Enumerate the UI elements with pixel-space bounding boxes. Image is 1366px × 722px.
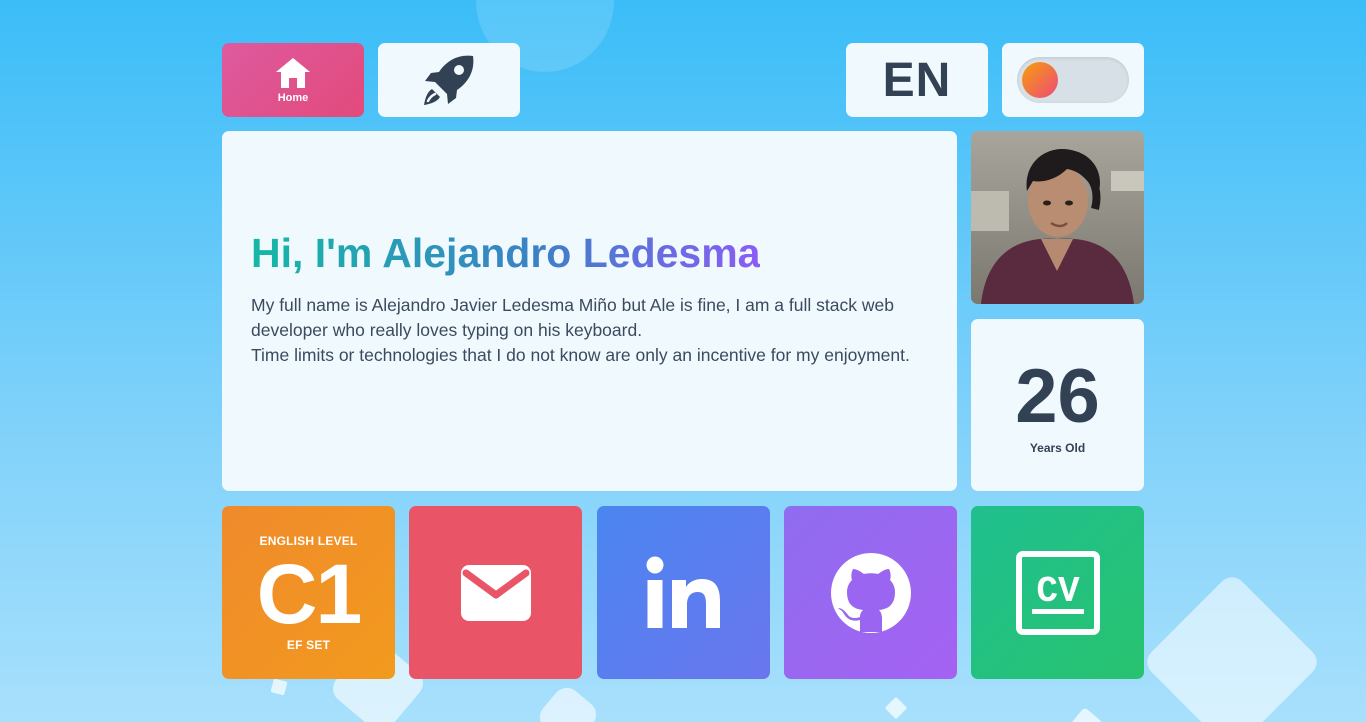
profile-photo <box>971 131 1144 304</box>
background-square-small <box>884 696 908 720</box>
intro-paragraph: My full name is Alejandro Javier Ledesma… <box>251 293 928 368</box>
linkedin-icon <box>646 556 720 628</box>
github-icon <box>830 552 911 633</box>
projects-button[interactable] <box>378 43 520 117</box>
language-switch-button[interactable]: EN <box>846 43 988 117</box>
age-number: 26 <box>1015 354 1100 439</box>
theme-toggle-knob <box>1022 62 1058 98</box>
age-card: 26 Years Old <box>971 319 1144 491</box>
intro-paragraph-line-2: Time limits or technologies that I do no… <box>251 345 910 365</box>
background-square-large <box>1141 571 1323 722</box>
age-label: Years Old <box>1029 441 1086 455</box>
intro-title: Hi, I'm Alejandro Ledesma <box>251 227 760 279</box>
english-level-card: ENGLISH LEVEL C1 EF SET <box>222 506 395 679</box>
theme-toggle-tile[interactable] <box>1002 43 1144 117</box>
home-icon <box>276 58 310 88</box>
intro-paragraph-line-1: My full name is Alejandro Javier Ledesma… <box>251 295 894 340</box>
github-button[interactable] <box>784 506 957 679</box>
linkedin-button[interactable] <box>597 506 770 679</box>
english-level-value: C1 <box>256 546 362 641</box>
svg-text:CV: CV <box>1036 571 1080 612</box>
english-level-title: ENGLISH LEVEL <box>259 533 358 548</box>
rocket-icon <box>424 55 474 105</box>
home-button[interactable]: Home <box>222 43 364 117</box>
english-level-source: EF SET <box>286 637 331 652</box>
home-label: Home <box>277 92 309 104</box>
cv-download-button[interactable]: CV <box>971 506 1144 679</box>
email-button[interactable] <box>409 506 582 679</box>
cv-icon: CV <box>1015 550 1100 635</box>
background-square <box>534 682 602 722</box>
background-square-small <box>1069 707 1103 722</box>
background-square-small <box>270 678 288 696</box>
theme-toggle[interactable] <box>1017 57 1129 103</box>
profile-photo-image <box>971 131 1144 304</box>
intro-card: Hi, I'm Alejandro Ledesma My full name i… <box>222 131 957 491</box>
mail-icon <box>460 564 531 621</box>
language-label: EN <box>882 53 952 107</box>
